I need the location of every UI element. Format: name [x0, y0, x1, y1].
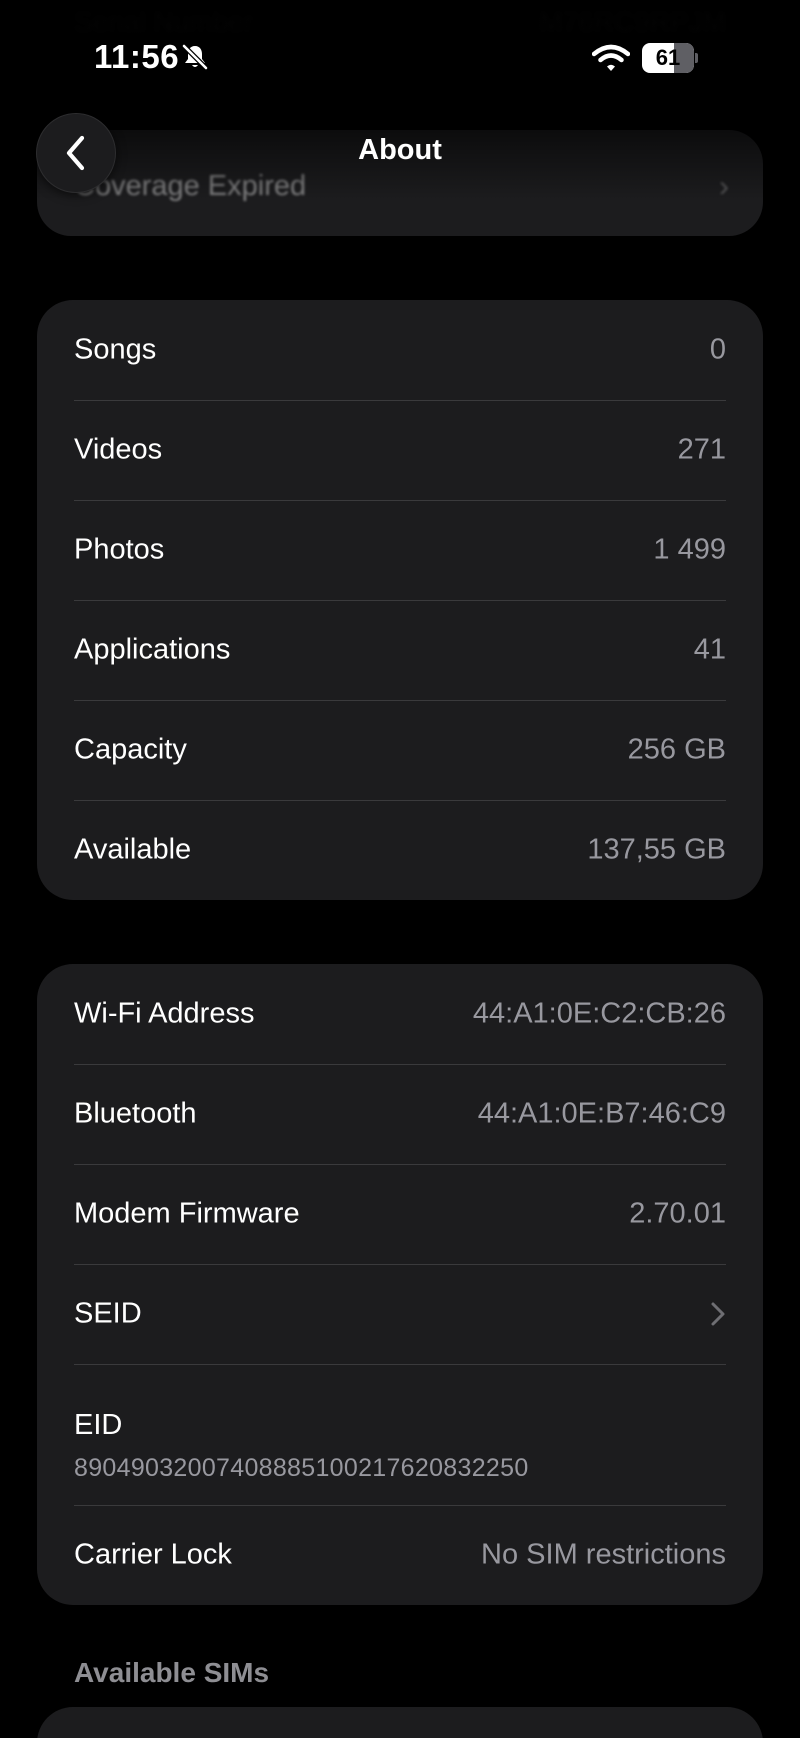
bell-slash-icon [182, 44, 208, 70]
modem-firmware-value: 2.70.01 [629, 1197, 726, 1230]
applications-label: Applications [74, 633, 231, 666]
bluetooth-label: Bluetooth [74, 1097, 197, 1130]
back-button[interactable] [36, 113, 116, 193]
status-bar: 11:56 61 [0, 0, 800, 112]
eid-value: 89049032007408885100217620832250 [74, 1454, 529, 1482]
page-title: About [358, 134, 442, 166]
status-time: 11:56 [94, 38, 180, 75]
about-screen: Serial Number M76RC9RPJM Coverage Expire… [0, 0, 800, 1738]
bluetooth-value: 44:A1:0E:B7:46:C9 [477, 1097, 726, 1130]
applications-row: Applications 41 [37, 600, 763, 700]
available-sims-card [37, 1707, 763, 1738]
chevron-left-icon [66, 135, 85, 171]
battery-icon: 61 [642, 43, 698, 73]
modem-firmware-row: Modem Firmware 2.70.01 [37, 1164, 763, 1264]
wifi-address-label: Wi-Fi Address [74, 997, 255, 1030]
wifi-icon [592, 44, 630, 71]
available-value: 137,55 GB [587, 833, 726, 866]
modem-firmware-label: Modem Firmware [74, 1197, 300, 1230]
available-row: Available 137,55 GB [37, 800, 763, 900]
carrier-lock-row: Carrier Lock No SIM restrictions [37, 1505, 763, 1605]
capacity-value: 256 GB [627, 733, 726, 766]
capacity-row: Capacity 256 GB [37, 700, 763, 800]
eid-row: EID 89049032007408885100217620832250 [37, 1364, 763, 1505]
capacity-label: Capacity [74, 733, 187, 766]
seid-label: SEID [74, 1297, 142, 1330]
videos-label: Videos [74, 433, 163, 466]
eid-label: EID [74, 1409, 123, 1441]
bluetooth-row: Bluetooth 44:A1:0E:B7:46:C9 [37, 1064, 763, 1164]
photos-value: 1 499 [653, 533, 726, 566]
videos-row: Videos 271 [37, 400, 763, 500]
battery-level: 61 [655, 45, 681, 70]
available-label: Available [74, 833, 192, 866]
photos-label: Photos [74, 533, 165, 566]
chevron-right-icon [711, 1302, 725, 1326]
songs-row: Songs 0 [37, 300, 763, 400]
applications-value: 41 [693, 633, 726, 666]
carrier-lock-label: Carrier Lock [74, 1538, 232, 1571]
wifi-address-row: Wi-Fi Address 44:A1:0E:C2:CB:26 [37, 964, 763, 1064]
carrier-lock-value: No SIM restrictions [481, 1538, 726, 1571]
songs-label: Songs [74, 333, 157, 366]
media-card: Songs 0 Videos 271 Photos 1 499 Applicat… [37, 300, 763, 900]
available-sims-header: Available SIMs [74, 1657, 270, 1688]
wifi-address-value: 44:A1:0E:C2:CB:26 [472, 997, 726, 1030]
videos-value: 271 [677, 433, 726, 466]
chevron-right-icon: › [719, 170, 729, 203]
seid-row[interactable]: SEID [37, 1264, 763, 1364]
photos-row: Photos 1 499 [37, 500, 763, 600]
songs-value: 0 [709, 333, 726, 366]
network-card: Wi-Fi Address 44:A1:0E:C2:CB:26 Bluetoot… [37, 964, 763, 1605]
